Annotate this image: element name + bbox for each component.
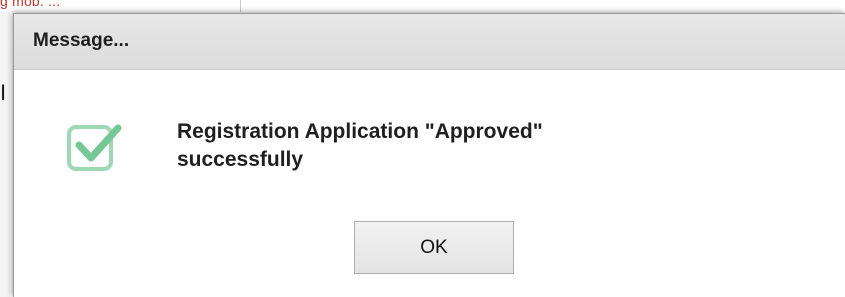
background-left-edge: I (0, 12, 10, 297)
dialog-message: Registration Application "Approved" succ… (177, 118, 777, 174)
dialog-title: Message... (33, 30, 130, 51)
check-box-icon (66, 116, 130, 176)
message-dialog: Message... Registration Application "App… (13, 13, 845, 297)
background-divider (240, 0, 241, 12)
background-partial-char: I (0, 80, 7, 105)
dialog-message-line-2: successfully (177, 148, 304, 171)
screen: g mob. ... I Message... Registration App… (0, 0, 845, 297)
ok-button[interactable]: OK (354, 221, 514, 274)
background-page-header: g mob. ... (0, 0, 845, 12)
dialog-message-line-1: Registration Application "Approved" (177, 120, 543, 143)
background-partial-text: g mob. ... (0, 0, 61, 9)
dialog-titlebar[interactable]: Message... (14, 14, 845, 70)
